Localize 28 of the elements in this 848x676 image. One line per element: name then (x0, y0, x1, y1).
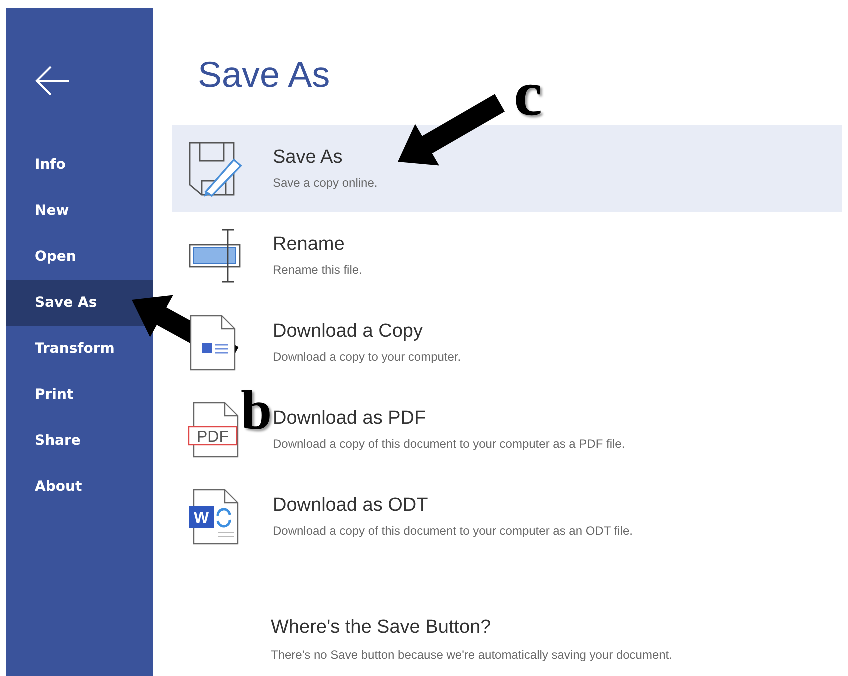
back-arrow-icon[interactable] (35, 66, 69, 96)
annotation-letter: c (514, 62, 542, 126)
nav-item[interactable]: Save As (6, 280, 153, 326)
option-title: Rename (273, 234, 346, 256)
option-title: Save As (273, 147, 344, 169)
nav-item[interactable]: About (6, 464, 153, 510)
option-description: Download a copy of this document to your computer as a PDF file. (273, 437, 626, 451)
option-description: Save a copy online. (273, 176, 378, 190)
option-description: Download a copy of this document to your computer as an ODT file. (273, 524, 633, 538)
option-title: Download as ODT (273, 495, 430, 517)
nav-item[interactable]: Open (6, 234, 153, 280)
option-title: Download a Copy (273, 321, 424, 343)
page-title: Save As (198, 57, 330, 93)
info-description: There's no Save button because we're automatically saving your document. (271, 648, 674, 662)
nav-item[interactable]: Print (6, 372, 153, 418)
nav-item[interactable]: Transform (6, 326, 153, 372)
nav-item[interactable]: Share (6, 418, 153, 464)
option-description: Download a copy to your computer. (273, 350, 462, 364)
selected-option-highlight[interactable] (172, 125, 842, 212)
info-title: Where's the Save Button? (271, 617, 492, 639)
floppy-pencil-icon (188, 140, 242, 196)
nav-item[interactable]: New (6, 188, 153, 234)
text-field-cursor-icon (188, 228, 242, 284)
nav-item[interactable]: Info (6, 142, 153, 188)
document-icon (188, 314, 238, 370)
annotation-letter: b (241, 383, 272, 439)
option-title: Download as PDF (273, 408, 428, 430)
option-description: Rename this file. (273, 263, 362, 277)
